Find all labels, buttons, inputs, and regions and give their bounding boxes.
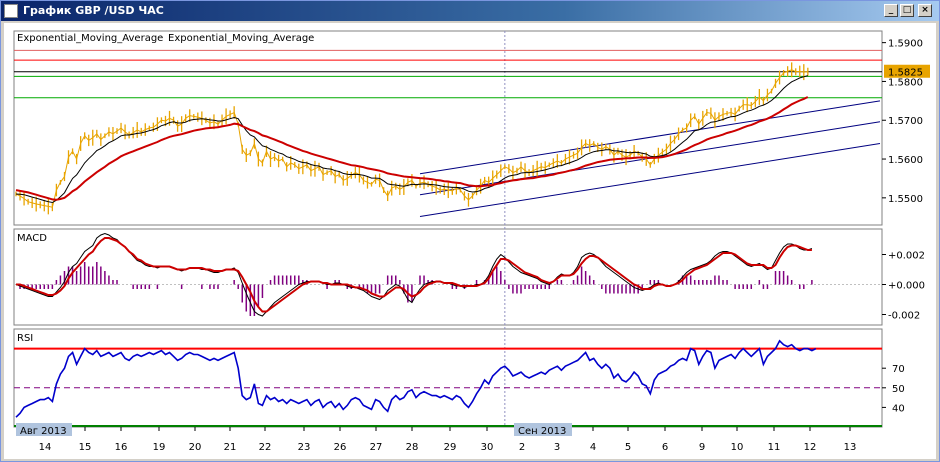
rsi-label: RSI — [17, 333, 33, 344]
price-axis-label: 1.5700 — [888, 116, 923, 127]
time-axis-label: 27 — [370, 442, 383, 453]
chart-window-icon — [4, 4, 18, 18]
macd-axis-label: -0.002 — [888, 311, 920, 322]
legend-ema-slow: Exponential_Moving_Average — [168, 33, 314, 44]
time-axis-label: 2 — [519, 442, 525, 453]
time-axis-label: 5 — [625, 442, 631, 453]
time-axis-label: 3 — [554, 442, 560, 453]
chart-window: График GBP /USD ЧАС _ □ × Exponential_Mo… — [0, 0, 940, 462]
title-bar[interactable]: График GBP /USD ЧАС _ □ × — [1, 1, 939, 21]
time-axis-label: 12 — [804, 442, 817, 453]
time-axis-label: 26 — [334, 442, 347, 453]
price-axis-label: 1.5500 — [888, 194, 923, 205]
macd-axis-label: +0.002 — [888, 251, 925, 262]
time-axis-label: 15 — [79, 442, 92, 453]
time-axis-label: 29 — [444, 442, 457, 453]
time-axis-label: 16 — [115, 442, 128, 453]
time-axis-label: 13 — [844, 442, 857, 453]
price-axis-label: 1.5800 — [888, 77, 923, 88]
maximize-button[interactable]: □ — [900, 4, 914, 17]
macd-label: MACD — [17, 233, 47, 244]
chart-canvas[interactable]: Exponential_Moving_Average Exponential_Mo… — [4, 23, 936, 459]
time-axis-label: 21 — [224, 442, 237, 453]
time-axis-label: 23 — [298, 442, 311, 453]
time-axis-label: 11 — [768, 442, 781, 453]
chart-client-area[interactable]: Exponential_Moving_Average Exponential_Mo… — [4, 23, 936, 459]
time-axis-label: 10 — [731, 442, 744, 453]
time-axis-label: 4 — [590, 442, 596, 453]
time-axis-label: 22 — [259, 442, 272, 453]
time-axis-label: 19 — [153, 442, 166, 453]
minimize-button[interactable]: _ — [884, 4, 898, 17]
time-axis-label: 30 — [481, 442, 494, 453]
price-axis-label: 1.5900 — [888, 39, 923, 50]
month-label-sep: Сен 2013 — [518, 426, 566, 437]
current-price-label: 1.5825 — [888, 68, 923, 79]
macd-panel-frame — [13, 228, 883, 326]
close-button[interactable]: × — [918, 4, 932, 17]
time-axis-label: 14 — [39, 442, 52, 453]
rsi-axis-label: 70 — [892, 364, 905, 375]
rsi-axis-label: 40 — [892, 403, 905, 414]
window-title: График GBP /USD ЧАС — [23, 4, 164, 17]
price-axis-label: 1.5600 — [888, 155, 923, 166]
legend-ema-fast: Exponential_Moving_Average — [17, 33, 163, 44]
time-axis-label: 20 — [189, 442, 202, 453]
time-axis-label: 28 — [406, 442, 419, 453]
macd-axis-label: +0.000 — [888, 281, 925, 292]
time-axis-label: 9 — [699, 442, 705, 453]
rsi-panel-frame — [13, 328, 883, 428]
month-label-aug: Авг 2013 — [20, 426, 67, 437]
rsi-axis-label: 50 — [892, 384, 905, 395]
time-axis-label: 6 — [662, 442, 668, 453]
